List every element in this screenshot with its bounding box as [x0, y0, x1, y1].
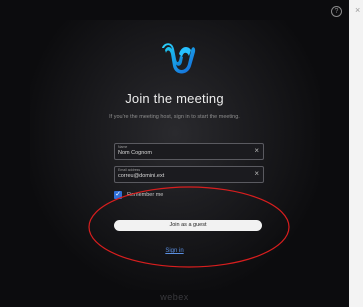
name-input[interactable]	[118, 150, 238, 157]
email-input[interactable]	[118, 173, 238, 180]
remember-me-checkbox[interactable]: ✓	[114, 191, 122, 199]
join-as-guest-button[interactable]: Join as a guest	[114, 220, 262, 231]
help-icon[interactable]: ?	[331, 6, 342, 17]
webex-join-window: Join the meeting If you're the meeting h…	[0, 0, 349, 307]
name-field-label: Name	[118, 145, 128, 149]
clear-email-icon[interactable]: ×	[254, 170, 259, 178]
name-field[interactable]: Name ×	[114, 143, 264, 160]
email-field[interactable]: Email address ×	[114, 166, 264, 183]
clear-name-icon[interactable]: ×	[254, 147, 259, 155]
window-edge	[349, 0, 363, 307]
webex-footer-brand: webex	[160, 292, 189, 302]
sign-in-link[interactable]: Sign in	[0, 248, 349, 254]
page-subtitle: If you're the meeting host, sign in to s…	[109, 114, 240, 120]
page-title: Join the meeting	[125, 91, 224, 106]
email-field-label: Email address	[118, 168, 141, 172]
remember-me-label: Remember me	[127, 192, 164, 198]
close-icon[interactable]: ×	[355, 6, 360, 15]
webex-logo-icon	[162, 43, 196, 74]
